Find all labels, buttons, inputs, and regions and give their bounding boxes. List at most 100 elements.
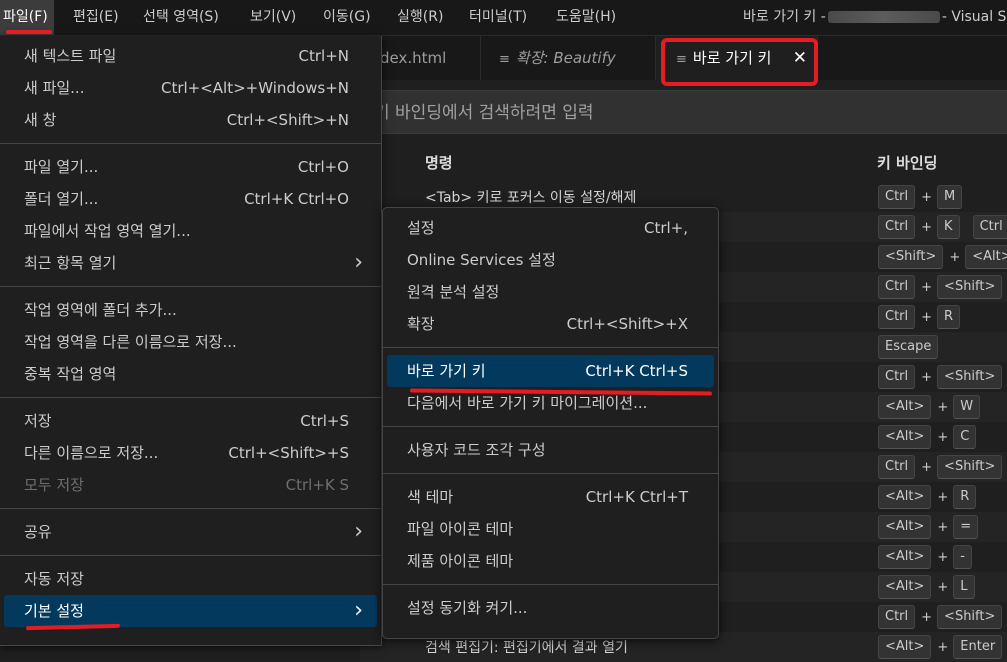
key-cap: R <box>953 485 977 509</box>
menu-item[interactable]: 새 파일... Ctrl+<Alt>+Windows+N <box>4 72 377 104</box>
key-cap: <Alt> <box>965 245 1007 269</box>
menu-view[interactable]: 보기(V) <box>250 0 296 35</box>
keybinding-cell: <Alt> + W <box>878 395 983 419</box>
keybinding-cell: <Alt> + L <box>878 575 978 599</box>
menu-item[interactable]: Online Services 설정 <box>387 244 714 276</box>
menu-item[interactable]: 자동 저장 <box>4 563 377 595</box>
menu-separator <box>0 397 381 398</box>
menu-item[interactable]: 원격 분석 설정 <box>387 276 714 308</box>
menu-item-label: 제품 아이콘 테마 <box>407 552 514 570</box>
menu-item[interactable]: 확장 Ctrl+<Shift>+X <box>387 308 714 340</box>
menu-item-shortcut: Ctrl+<Alt>+Windows+N <box>160 79 349 97</box>
key-cap: Ctrl <box>878 275 916 299</box>
menu-item-shortcut: Ctrl+<Shift>+N <box>226 111 349 129</box>
menu-item[interactable]: 새 창 Ctrl+<Shift>+N <box>4 104 377 136</box>
key-cap: <Shift> <box>937 275 1003 299</box>
key-plus: + <box>921 309 933 325</box>
key-plus: + <box>921 369 933 385</box>
menu-item[interactable]: 작업 영역을 다른 이름으로 저장... <box>4 326 377 358</box>
menu-item[interactable]: 중복 작업 영역 <box>4 358 377 390</box>
keybinding-cell: <Shift> + <Alt> <box>878 245 1007 269</box>
menu-terminal[interactable]: 터미널(T) <box>469 0 527 35</box>
menu-item[interactable]: 색 테마 Ctrl+K Ctrl+T <box>387 481 714 513</box>
key-plus: + <box>937 519 949 535</box>
menu-item[interactable]: 설정 동기화 켜기... <box>387 592 714 624</box>
menu-item-shortcut: Ctrl+K Ctrl+S <box>585 362 688 380</box>
keybinding-cell: <Alt> + Enter <box>878 635 1005 659</box>
menu-item[interactable]: 작업 영역에 폴더 추가... <box>4 294 377 326</box>
key-cap: - <box>953 545 972 569</box>
menu-item-label: Online Services 설정 <box>407 251 556 269</box>
menu-item-label: 작업 영역에 폴더 추가... <box>24 301 177 319</box>
key-cap: Ctrl <box>878 215 916 239</box>
keybinding-cell: Ctrl + <Shift> <box>878 605 1005 629</box>
list-icon: ≡ <box>499 52 510 67</box>
key-plus: + <box>937 429 949 445</box>
keybinding-cell: Ctrl + <Shift> <box>878 455 1005 479</box>
menu-go[interactable]: 이동(G) <box>323 0 371 35</box>
menu-item[interactable]: 파일에서 작업 영역 열기... <box>4 215 377 247</box>
menu-item[interactable]: 다른 이름으로 저장... Ctrl+<Shift>+S <box>4 437 377 469</box>
file-menu: 새 텍스트 파일 Ctrl+N 새 파일... Ctrl+<Alt>+Windows+… <box>0 36 382 646</box>
menu-item-label: 자동 저장 <box>24 570 84 588</box>
keybindings-table-header: 명령 키 바인딩 <box>360 148 1007 176</box>
menu-item[interactable]: 새 텍스트 파일 Ctrl+N <box>4 40 377 72</box>
menu-item[interactable]: 파일 아이콘 테마 <box>387 513 714 545</box>
menu-item-shortcut: Ctrl+K Ctrl+O <box>244 190 349 208</box>
column-header-keybinding[interactable]: 키 바인딩 <box>877 152 937 173</box>
redacted-text <box>827 11 940 23</box>
tab-index-html[interactable]: dex.html <box>366 36 481 80</box>
menu-item-shortcut: Ctrl+K S <box>285 476 349 494</box>
menu-item[interactable]: 바로 가기 키 Ctrl+K Ctrl+S <box>387 355 714 387</box>
menu-separator <box>0 508 381 509</box>
column-header-command[interactable]: 명령 <box>425 152 453 173</box>
key-cap: <Alt> <box>878 635 932 659</box>
menu-item[interactable]: 파일 열기... Ctrl+O <box>4 151 377 183</box>
menu-separator <box>383 584 718 585</box>
preferences-submenu: 설정 Ctrl+, Online Services 설정 원격 분석 설정 확장 Ctrl… <box>382 207 719 639</box>
key-cap: <Alt> <box>878 485 932 509</box>
key-cap: Ctrl <box>878 605 916 629</box>
tab-label: 확장: Beautify <box>515 49 616 67</box>
menu-item[interactable]: 제품 아이콘 테마 <box>387 545 714 577</box>
keybindings-search <box>360 90 1007 135</box>
key-cap: R <box>937 305 961 329</box>
menu-item[interactable]: 공유 › <box>4 516 377 548</box>
key-cap: = <box>953 515 979 539</box>
menu-bar: 파일(F) 편집(E) 선택 영역(S) 보기(V) 이동(G) 실행(R) 터… <box>0 0 1007 36</box>
tab-extension-beautify[interactable]: ≡ 확장: Beautify <box>481 36 656 80</box>
menu-item-shortcut: Ctrl+K Ctrl+T <box>585 488 688 506</box>
keybinding-cell: <Alt> + = <box>878 515 981 539</box>
menu-item-label: 폴더 열기... <box>24 190 99 208</box>
key-plus: + <box>921 459 933 475</box>
menu-item[interactable]: 설정 Ctrl+, <box>387 212 714 244</box>
chevron-right-icon: › <box>354 250 363 275</box>
menu-item[interactable]: 폴더 열기... Ctrl+K Ctrl+O <box>4 183 377 215</box>
menu-help[interactable]: 도움말(H) <box>556 0 616 35</box>
menu-item[interactable]: 저장 Ctrl+S <box>4 405 377 437</box>
menu-edit[interactable]: 편집(E) <box>73 0 119 35</box>
key-cap: Ctrl <box>878 455 916 479</box>
menu-item-label: 바로 가기 키 <box>407 362 486 380</box>
menu-item-shortcut: Ctrl+, <box>643 219 688 237</box>
menu-item-label: 확장 <box>407 315 435 333</box>
key-cap: Ctrl <box>878 185 916 209</box>
menu-separator <box>0 286 381 287</box>
key-plus: + <box>921 609 933 625</box>
menu-item[interactable]: 기본 설정 › <box>4 595 377 627</box>
menu-item: 모두 저장 Ctrl+K S <box>4 469 377 501</box>
chevron-right-icon: › <box>354 598 363 623</box>
menu-item-label: 파일 열기... <box>24 158 99 176</box>
key-cap: <Alt> <box>878 545 932 569</box>
menu-selection[interactable]: 선택 영역(S) <box>143 0 219 35</box>
key-plus: + <box>921 219 933 235</box>
menu-item[interactable]: 최근 항목 열기 › <box>4 247 377 279</box>
menu-item-label: 원격 분석 설정 <box>407 283 500 301</box>
keybinding-cell: <Alt> + R <box>878 485 979 509</box>
menu-item-label: 새 텍스트 파일 <box>24 47 117 65</box>
menu-item[interactable]: 사용자 코드 조각 구성 <box>387 434 714 466</box>
key-cap: <Alt> <box>878 515 932 539</box>
menu-run[interactable]: 실행(R) <box>397 0 443 35</box>
search-input[interactable] <box>360 91 1007 135</box>
menu-separator <box>383 426 718 427</box>
